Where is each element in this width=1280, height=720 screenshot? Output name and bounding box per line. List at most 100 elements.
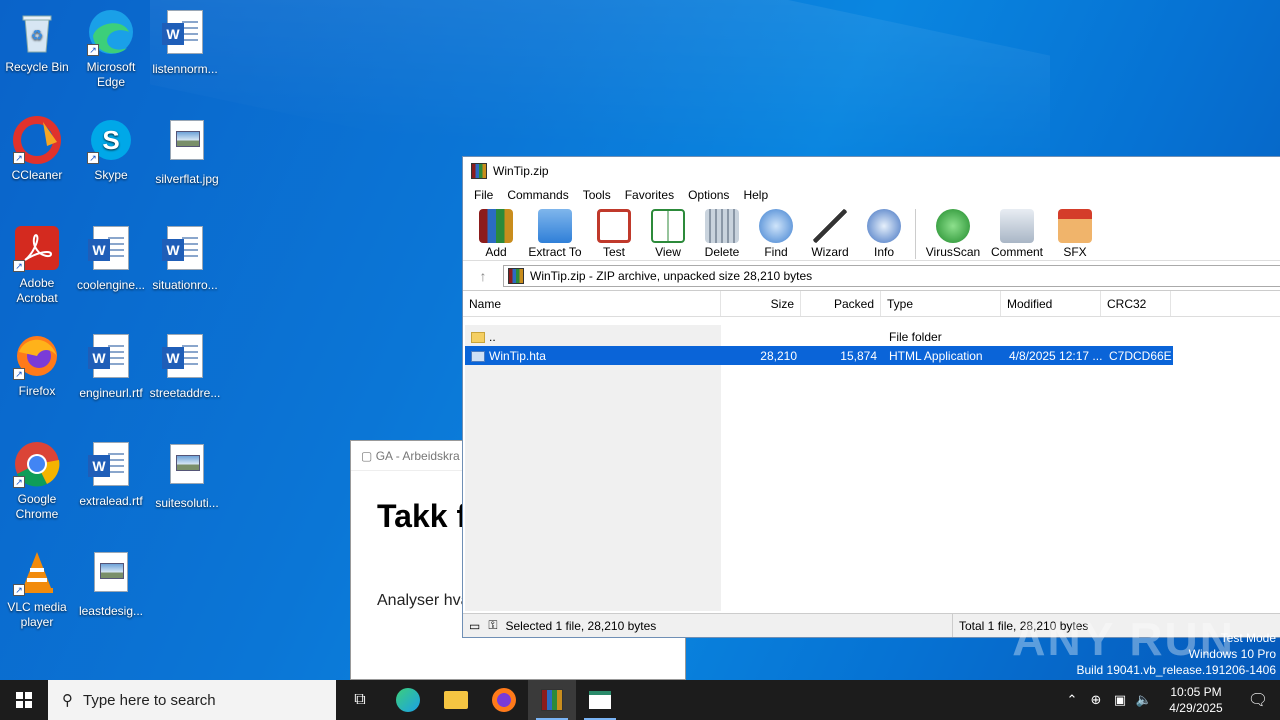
column-modified[interactable]: Modified — [1001, 291, 1101, 316]
chrome-icon: ↗ — [13, 440, 61, 488]
row-type: HTML Application — [889, 348, 983, 363]
desktop-icon-label: Adobe Acrobat — [16, 276, 58, 305]
sfx-label: SFX — [1063, 245, 1087, 259]
search-placeholder: Type here to search — [83, 691, 216, 709]
desktop-icon-edge[interactable]: ↗ Microsoft Edge — [74, 8, 148, 90]
menu-options[interactable]: Options — [681, 185, 736, 207]
task-view-button[interactable]: ⧉ — [336, 680, 384, 720]
desktop-icon-recycle-bin[interactable]: ♻ Recycle Bin — [0, 8, 74, 75]
test-button[interactable]: Test — [587, 207, 641, 259]
desktop-icon-label: Firefox — [18, 384, 56, 398]
row-packed: 15,874 — [840, 348, 877, 363]
desktop-icon-chrome[interactable]: ↗ Google Chrome — [0, 440, 74, 522]
virusscan-button[interactable]: VirusScan — [920, 207, 986, 259]
desktop-icon-label: Google Chrome — [15, 492, 59, 521]
desktop-icon-leastdesig[interactable]: leastdesig... — [74, 548, 148, 619]
comment-label: Comment — [990, 245, 1043, 259]
column-packed[interactable]: Packed — [801, 291, 881, 316]
desktop-icon-label: extralead.rtf — [79, 494, 143, 508]
path-field[interactable]: WinTip.zip - ZIP archive, unpacked size … — [503, 264, 1280, 287]
sfx-box-icon — [1058, 209, 1092, 243]
wizard-button[interactable]: Wizard — [803, 207, 857, 259]
chevron-up-icon[interactable]: ⌃ — [1060, 692, 1084, 708]
desktop-icon-label: coolengine... — [76, 278, 146, 292]
desktop-icon-label: suitesoluti... — [155, 496, 219, 510]
desktop-icon-extralead[interactable]: W extralead.rtf — [74, 440, 148, 509]
desktop-icon-label: VLC media player — [7, 600, 67, 629]
test-mode-text: Test Mode — [1220, 631, 1276, 645]
drive-icon: ▭ — [469, 618, 481, 633]
find-button[interactable]: Find — [749, 207, 803, 259]
vlc-icon: ↗ — [13, 548, 61, 596]
desktop-icon-label: situationro... — [152, 278, 218, 292]
taskbar-firefox[interactable] — [480, 680, 528, 720]
network-icon[interactable]: ▣ — [1108, 692, 1132, 708]
desktop-icon-label: listennorm... — [152, 62, 218, 76]
row-name: WinTip.hta — [489, 348, 546, 363]
table-row-selected[interactable]: WinTip.hta 28,210 15,874 HTML Applicatio… — [465, 346, 1173, 365]
menu-favorites[interactable]: Favorites — [618, 185, 681, 207]
virus-scan-icon — [936, 209, 970, 243]
app-tray-icon[interactable]: ⊕ — [1084, 692, 1108, 708]
task-view-icon: ⧉ — [354, 691, 366, 708]
column-type[interactable]: Type — [881, 291, 1001, 316]
info-button[interactable]: Info — [857, 207, 911, 259]
taskbar: ⚲ Type here to search ⧉ ⌃ ⊕ ▣ 🔈 10:05 PM… — [0, 680, 1280, 720]
path-text: WinTip.zip - ZIP archive, unpacked size … — [530, 268, 813, 283]
image-file-icon — [87, 552, 135, 600]
window-title: WinTip.zip — [493, 164, 549, 178]
wizard-label: Wizard — [811, 245, 849, 259]
toolbar: Add Extract To Test View Delete Find Wiz… — [463, 207, 1280, 261]
menu-tools[interactable]: Tools — [576, 185, 618, 207]
comment-button[interactable]: Comment — [986, 207, 1048, 259]
desktop-icon-streetaddre[interactable]: W streetaddre... — [148, 332, 222, 401]
application-window-icon — [589, 691, 611, 709]
app-icon: ▢ — [361, 449, 373, 463]
row-modified: 4/8/2025 12:17 ... — [1009, 348, 1103, 363]
delete-button[interactable]: Delete — [695, 207, 749, 259]
volume-icon[interactable]: 🔈 — [1132, 692, 1156, 708]
menu-file[interactable]: File — [467, 185, 500, 207]
window-titlebar[interactable]: WinTip.zip — [463, 157, 1280, 185]
column-crc32[interactable]: CRC32 — [1101, 291, 1171, 316]
desktop-icon-coolengine[interactable]: W coolengine... — [74, 224, 148, 293]
desktop-icon-vlc[interactable]: ↗ VLC media player — [0, 548, 74, 630]
acrobat-icon: ↗ — [13, 224, 61, 272]
taskbar-edge[interactable] — [384, 680, 432, 720]
menu-help[interactable]: Help — [736, 185, 775, 207]
start-button[interactable] — [0, 680, 48, 720]
test-label: Test — [602, 245, 625, 259]
windows-logo-icon — [16, 692, 32, 708]
sfx-button[interactable]: SFX — [1048, 207, 1102, 259]
desktop-icon-suitesoluti[interactable]: suitesoluti... — [150, 440, 224, 511]
desktop-icon-listennorm[interactable]: W listennorm... — [148, 8, 222, 77]
desktop-icon-situationro[interactable]: W situationro... — [148, 224, 222, 293]
desktop-icon-adobe-acrobat[interactable]: ↗ Adobe Acrobat — [0, 224, 74, 306]
column-size[interactable]: Size — [721, 291, 801, 316]
taskbar-hta-app[interactable] — [576, 680, 624, 720]
table-row[interactable]: .. File folder — [465, 327, 1173, 346]
column-name[interactable]: Name — [463, 291, 721, 316]
magnifier-icon — [759, 209, 793, 243]
view-button[interactable]: View — [641, 207, 695, 259]
extract-to-button[interactable]: Extract To — [523, 207, 587, 259]
notification-icon[interactable]: 🗨 — [1236, 690, 1280, 710]
desktop-icon-ccleaner[interactable]: ↗ CCleaner — [0, 116, 74, 183]
trash-icon — [705, 209, 739, 243]
up-arrow-icon[interactable]: ↑ — [463, 268, 503, 284]
menu-commands[interactable]: Commands — [500, 185, 575, 207]
desktop-icon-firefox[interactable]: ↗ Firefox — [0, 332, 74, 399]
clock[interactable]: 10:05 PM 4/29/2025 — [1156, 684, 1236, 716]
taskbar-winrar[interactable] — [528, 680, 576, 720]
desktop-icon-engineurl[interactable]: W engineurl.rtf — [74, 332, 148, 401]
search-icon: ⚲ — [62, 692, 73, 709]
winrar-window[interactable]: WinTip.zip File Commands Tools Favorites… — [462, 156, 1280, 638]
desktop-icon-silverflat[interactable]: silverflat.jpg — [150, 116, 224, 187]
folder-icon — [444, 691, 468, 709]
add-button[interactable]: Add — [469, 207, 523, 259]
taskbar-search-box[interactable]: ⚲ Type here to search — [48, 680, 336, 720]
desktop-icon-skype[interactable]: S ↗ Skype — [74, 116, 148, 183]
row-name-cell: .. — [465, 330, 723, 344]
taskbar-file-explorer[interactable] — [432, 680, 480, 720]
folder-icon — [471, 331, 485, 343]
